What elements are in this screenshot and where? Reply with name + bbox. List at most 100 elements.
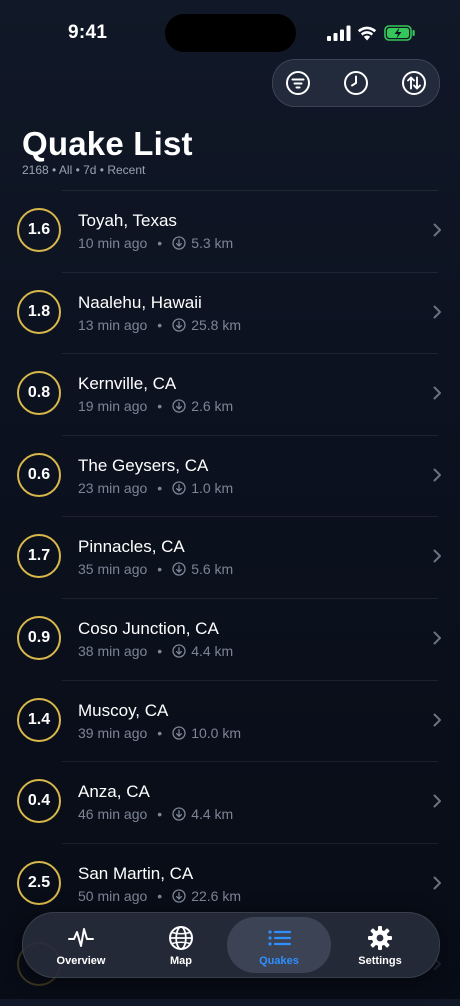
tab-quakes[interactable]: Quakes: [227, 917, 331, 973]
quake-meta: 46 min ago • 4.4 km: [78, 806, 233, 822]
quake-location: The Geysers, CA: [78, 455, 209, 475]
quake-location: Pinnacles, CA: [78, 537, 185, 557]
quake-time: 38 min ago: [78, 642, 148, 659]
quake-depth: 22.6 km: [191, 887, 241, 904]
list-icon: [268, 930, 292, 946]
quake-depth: 5.6 km: [191, 561, 234, 578]
globe-icon: [169, 926, 193, 950]
depth-arrow-icon: [172, 807, 186, 821]
tab-map[interactable]: Map: [129, 917, 233, 973]
tab-settings[interactable]: Settings: [328, 917, 432, 973]
meta-separator: •: [157, 235, 163, 251]
quake-depth: 1.0 km: [191, 479, 234, 496]
quake-row[interactable]: 1.7 Pinnacles, CA 35 min ago • 5.6 km: [0, 516, 460, 598]
quake-time: 35 min ago: [78, 561, 148, 578]
waveform-icon: [68, 928, 94, 947]
meta-separator: •: [157, 806, 163, 823]
chevron-right-icon: [433, 549, 441, 563]
chevron-right-icon: [433, 631, 441, 645]
tab-overview[interactable]: Overview: [29, 917, 133, 973]
quake-row[interactable]: 0.4 Anza, CA 46 min ago • 4.4 km: [0, 761, 460, 843]
depth-arrow-icon: [172, 317, 186, 332]
page-title: Quake List: [22, 125, 193, 162]
magnitude-badge: 1.7: [17, 534, 61, 579]
quake-meta: 35 min ago • 5.6 km: [78, 561, 233, 577]
quake-meta: 23 min ago • 1.0 km: [78, 480, 233, 496]
list-summary: 2168 • All • 7d • Recent: [22, 163, 146, 177]
time-range-button[interactable]: [342, 69, 370, 97]
depth-arrow-icon: [172, 562, 186, 577]
tab-bar: Overview Map Quakes Settings: [22, 912, 440, 978]
quake-location: Naalehu, Hawaii: [78, 292, 202, 312]
chevron-right-icon: [433, 468, 441, 482]
depth-arrow-icon: [172, 889, 186, 903]
quake-depth: 2.6 km: [191, 398, 234, 415]
depth-arrow-icon: [172, 481, 186, 495]
quake-meta: 19 min ago • 2.6 km: [78, 398, 233, 414]
depth-arrow-icon: [172, 644, 186, 658]
quake-location: Muscoy, CA: [78, 700, 169, 720]
quake-meta: 38 min ago • 4.4 km: [78, 643, 233, 659]
magnitude-badge: 1.6: [17, 208, 61, 252]
tab-label: Quakes: [259, 955, 299, 967]
gear-icon: [368, 926, 392, 950]
magnitude-badge: 0.4: [17, 779, 61, 824]
quake-time: 23 min ago: [78, 479, 148, 496]
magnitude-badge: 1.8: [17, 289, 61, 334]
meta-separator: •: [157, 316, 163, 333]
meta-separator: •: [157, 887, 163, 904]
quake-time: 50 min ago: [78, 887, 148, 904]
chevron-right-icon: [433, 305, 441, 319]
quake-row[interactable]: 1.8 Naalehu, Hawaii 13 min ago • 25.8 km: [0, 271, 460, 354]
meta-separator: •: [157, 724, 163, 741]
toolbar: [272, 59, 440, 107]
depth-arrow-icon: [172, 399, 186, 413]
dynamic-island: [165, 14, 296, 52]
meta-separator: •: [157, 479, 163, 496]
quake-time: 39 min ago: [78, 724, 148, 741]
quake-location: Kernville, CA: [78, 374, 177, 394]
tab-label: Map: [170, 955, 192, 967]
quake-location: Coso Junction, CA: [78, 618, 219, 638]
quake-location: Toyah, Texas: [78, 211, 177, 230]
tab-label: Overview: [56, 955, 106, 967]
quake-time: 46 min ago: [78, 806, 148, 823]
quake-depth: 5.3 km: [191, 235, 234, 251]
row-divider: [62, 434, 438, 436]
filter-icon: [286, 71, 310, 95]
magnitude-badge: 2.5: [17, 860, 61, 905]
clock-icon: [344, 71, 368, 95]
row-divider: [62, 679, 438, 681]
quake-time: 19 min ago: [78, 398, 148, 415]
chevron-right-icon: [433, 794, 441, 808]
quake-list: 1.6 Toyah, Texas 10 min ago • 5.3 km 1.8…: [0, 190, 460, 1006]
sort-button[interactable]: [400, 69, 428, 97]
quake-row[interactable]: 1.4 Muscoy, CA 39 min ago • 10.0 km: [0, 679, 460, 762]
meta-separator: •: [157, 642, 163, 659]
row-divider: [62, 271, 438, 273]
quake-row[interactable]: 0.9 Coso Junction, CA 38 min ago • 4.4 k…: [0, 597, 460, 680]
magnitude-badge: 0.6: [17, 452, 61, 497]
quake-meta: 13 min ago • 25.8 km: [78, 317, 241, 333]
quake-time: 13 min ago: [78, 316, 148, 333]
meta-separator: •: [157, 561, 163, 578]
filter-button[interactable]: [284, 69, 312, 97]
quake-depth: 4.4 km: [191, 806, 234, 823]
status-bar: 9:41: [0, 0, 460, 60]
quake-location: Anza, CA: [78, 782, 150, 802]
depth-arrow-icon: [172, 725, 186, 740]
row-divider: [62, 190, 438, 191]
quake-row[interactable]: 0.8 Kernville, CA 19 min ago • 2.6 km: [0, 353, 460, 435]
quake-time: 10 min ago: [78, 235, 148, 251]
chevron-right-icon: [433, 386, 441, 400]
cellular-signal-icon: [327, 25, 351, 41]
quake-row[interactable]: 0.6 The Geysers, CA 23 min ago • 1.0 km: [0, 434, 460, 517]
wifi-icon: [357, 26, 377, 41]
chevron-right-icon: [433, 713, 441, 727]
quake-depth: 4.4 km: [191, 642, 234, 659]
quake-row[interactable]: 1.6 Toyah, Texas 10 min ago • 5.3 km: [0, 190, 460, 272]
quake-depth: 25.8 km: [191, 316, 241, 333]
chevron-right-icon: [433, 223, 441, 237]
row-divider: [62, 597, 438, 599]
tab-label: Settings: [358, 955, 402, 967]
